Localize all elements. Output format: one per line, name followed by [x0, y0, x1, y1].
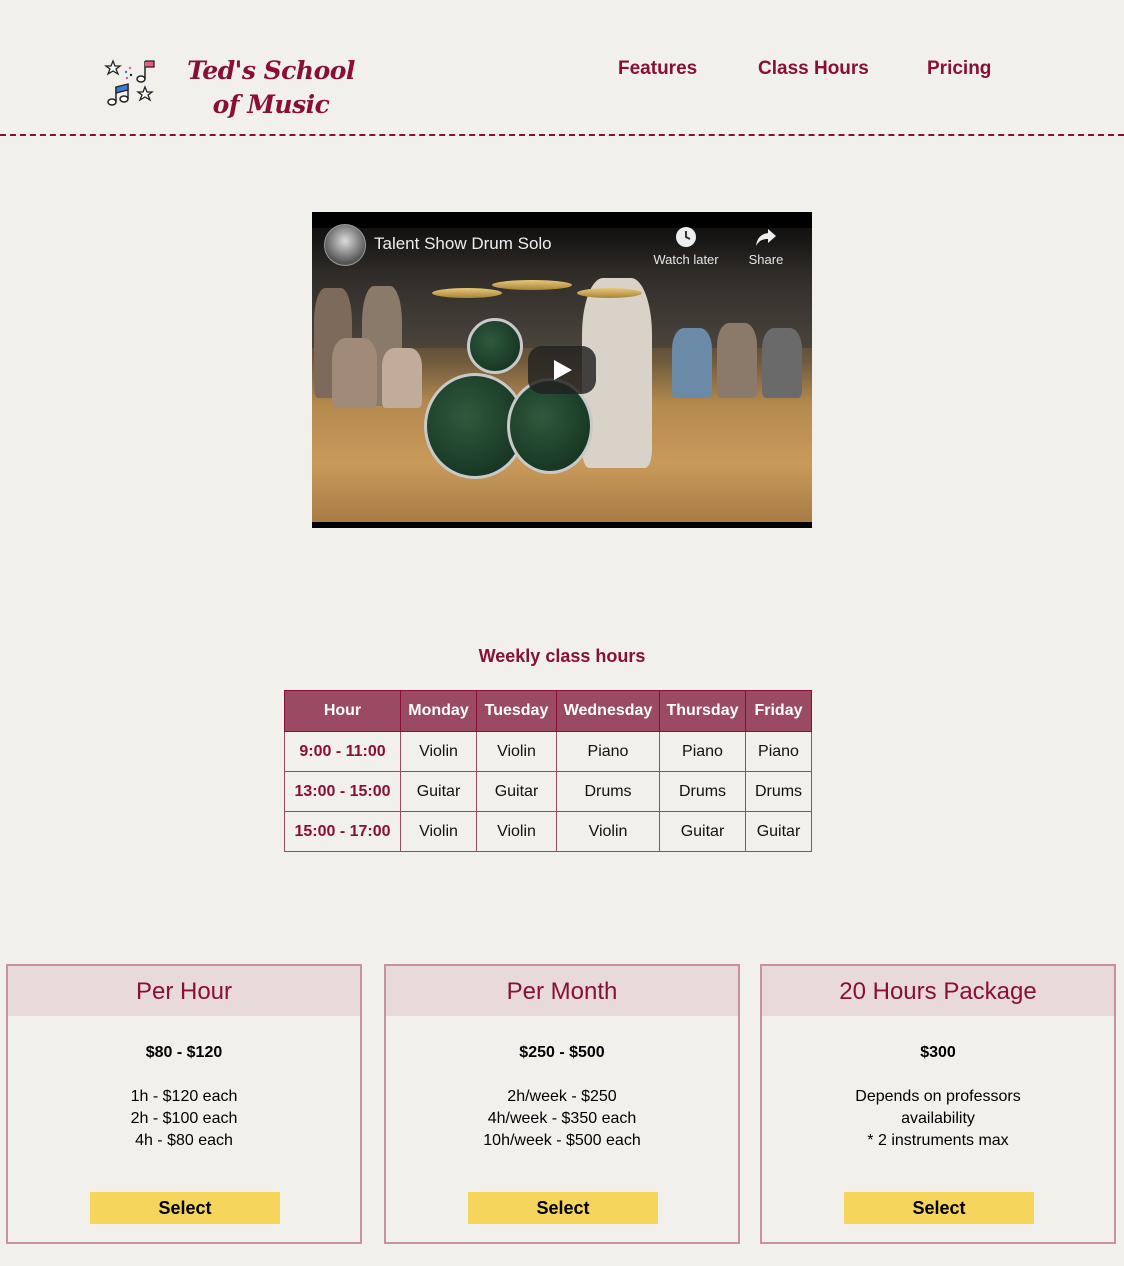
table-cell-hour: 9:00 - 11:00 [284, 731, 401, 772]
pricing-card-title: 20 Hours Package [762, 966, 1114, 1016]
pricing-card-per-month: Per Month $250 - $500 2h/week - $250 4h/… [384, 964, 740, 1244]
pricing-detail-line: 2h/week - $250 [507, 1088, 617, 1105]
pricing-card-price: $300 [920, 1044, 956, 1061]
table-cell: Guitar [659, 811, 746, 852]
table-cell: Guitar [745, 811, 812, 852]
table-cell: Drums [556, 771, 660, 812]
pricing-card-20-hours-package: 20 Hours Package $300 Depends on profess… [760, 964, 1116, 1244]
pricing-detail-line: 4h - $80 each [135, 1132, 233, 1149]
table-cell: Guitar [476, 771, 557, 812]
share-label: Share [748, 252, 784, 267]
select-per-hour-button[interactable]: Select [90, 1192, 280, 1224]
table-header-wednesday: Wednesday [556, 690, 660, 732]
pricing-detail-line: * 2 instruments max [867, 1132, 1009, 1149]
logo-text[interactable]: Ted's School of Music [186, 54, 356, 122]
pricing-detail-line: 1h - $120 each [130, 1088, 238, 1105]
table-cell: Violin [476, 811, 557, 852]
pricing-card-per-hour: Per Hour $80 - $120 1h - $120 each 2h - … [6, 964, 362, 1244]
table-cell-hour: 15:00 - 17:00 [284, 811, 401, 852]
share-arrow-icon [755, 226, 777, 248]
table-row: 9:00 - 11:00 Violin Violin Piano Piano P… [284, 731, 812, 772]
nav-link-pricing[interactable]: Pricing [927, 58, 991, 80]
watch-later-label: Watch later [653, 252, 719, 267]
pricing-detail-line: 2h - $100 each [130, 1110, 238, 1127]
video-player[interactable]: Talent Show Drum Solo Watch later Share [312, 212, 812, 528]
table-cell: Guitar [400, 771, 477, 812]
table-cell: Violin [400, 811, 477, 852]
table-cell: Piano [659, 731, 746, 772]
select-20-hours-package-button[interactable]: Select [844, 1192, 1034, 1224]
select-per-month-button[interactable]: Select [468, 1192, 658, 1224]
table-cell: Violin [556, 811, 660, 852]
play-button[interactable] [528, 346, 596, 394]
play-icon [554, 360, 572, 380]
table-header-tuesday: Tuesday [476, 690, 557, 732]
table-row: 13:00 - 15:00 Guitar Guitar Drums Drums … [284, 771, 812, 812]
pricing-card-details: 2h/week - $250 4h/week - $350 each 10h/w… [386, 1086, 738, 1152]
table-cell: Violin [400, 731, 477, 772]
nav-link-class-hours[interactable]: Class Hours [758, 58, 869, 80]
table-cell: Drums [659, 771, 746, 812]
site-header: Ted's School of Music Features Class Hou… [0, 0, 1124, 136]
video-title[interactable]: Talent Show Drum Solo [374, 234, 552, 254]
table-cell: Piano [745, 731, 812, 772]
pricing-card-details: Depends on professors availability * 2 i… [762, 1086, 1114, 1152]
schedule-title: Weekly class hours [478, 646, 646, 666]
pricing-detail-line: 10h/week - $500 each [483, 1132, 641, 1149]
pricing-detail-line: 4h/week - $350 each [487, 1110, 637, 1127]
table-header-thursday: Thursday [659, 690, 746, 732]
clock-icon [675, 226, 697, 248]
pricing-card-price: $250 - $500 [519, 1044, 605, 1061]
pricing-card-price: $80 - $120 [145, 1044, 223, 1061]
table-cell-hour: 13:00 - 15:00 [284, 771, 401, 812]
pricing-detail-line: Depends on professors [855, 1088, 1021, 1105]
table-header-monday: Monday [400, 690, 477, 732]
share-button[interactable]: Share [726, 226, 806, 267]
table-row: 15:00 - 17:00 Violin Violin Violin Guita… [284, 811, 812, 852]
music-notes-logo-icon[interactable] [104, 58, 160, 110]
table-cell: Drums [745, 771, 812, 812]
nav-link-features[interactable]: Features [618, 58, 697, 80]
pricing-detail-line: availability [901, 1110, 975, 1127]
watch-later-button[interactable]: Watch later [646, 226, 726, 267]
pricing-card-title: Per Hour [8, 966, 360, 1016]
channel-avatar[interactable] [324, 224, 366, 266]
table-header-hour: Hour [284, 690, 401, 732]
pricing-card-details: 1h - $120 each 2h - $100 each 4h - $80 e… [8, 1086, 360, 1152]
table-cell: Piano [556, 731, 660, 772]
class-hours-table: Hour Monday Tuesday Wednesday Thursday F… [284, 690, 812, 852]
table-header-friday: Friday [745, 690, 812, 732]
table-cell: Violin [476, 731, 557, 772]
pricing-card-title: Per Month [386, 966, 738, 1016]
